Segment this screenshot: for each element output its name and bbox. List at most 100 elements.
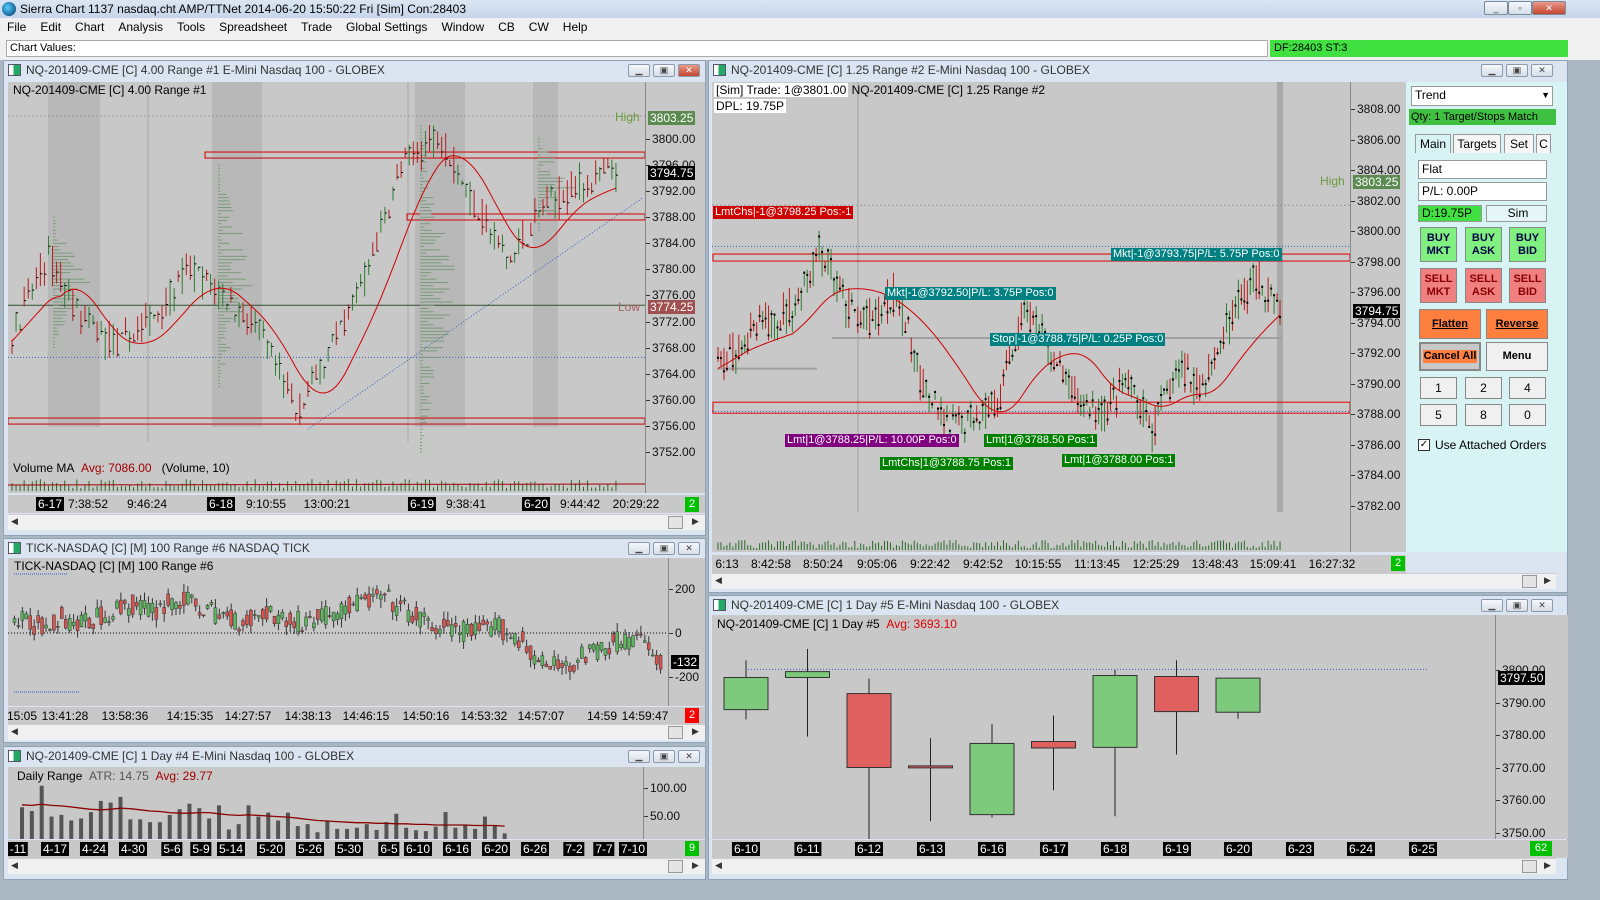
order-label[interactable]: Mkt|-1@3792.50|P/L: 3.75P Pos:0 (885, 287, 1056, 300)
qty-button-8[interactable]: 8 (1465, 404, 1502, 426)
window-title-bar[interactable]: TICK-NASDAQ [C] [M] 100 Range #6 NASDAQ … (4, 539, 705, 558)
tab-main[interactable]: Main (1415, 134, 1451, 153)
strategy-select[interactable]: Trend ▼ (1411, 86, 1553, 106)
close-button[interactable]: ✕ (1531, 599, 1553, 612)
tick-axis[interactable]: 200 0 -200 -132 (668, 558, 705, 706)
menu-spreadsheet[interactable]: Spreadsheet (216, 20, 290, 34)
menu-analysis[interactable]: Analysis (115, 20, 166, 34)
close-tick (1026, 309, 1029, 312)
menu-tools[interactable]: Tools (174, 20, 208, 34)
qty-button-4[interactable]: 4 (1509, 377, 1546, 399)
tick-candle (390, 602, 395, 612)
qty-button-5[interactable]: 5 (1420, 404, 1457, 426)
close-tick (999, 407, 1002, 410)
trade-info: [Sim] Trade: 1@3801.00 NQ-201409-CME [C]… (714, 83, 1045, 97)
menu-cb[interactable]: CB (495, 20, 518, 34)
minimize-button[interactable]: ▁ (1481, 599, 1503, 612)
qty-button-1[interactable]: 1 (1420, 377, 1457, 399)
menu-trade[interactable]: Trade (298, 20, 335, 34)
buy-market-button[interactable]: BUY MKT (1420, 227, 1457, 262)
minimize-button[interactable]: ▁ (628, 542, 650, 555)
sell-market-button[interactable]: SELL MKT (1420, 268, 1457, 303)
tick-chart[interactable]: TICK-NASDAQ [C] [M] 100 Range #6 (8, 558, 668, 706)
menu-cw[interactable]: CW (526, 20, 552, 34)
window-title-bar[interactable]: NQ-201409-CME [C] 1.25 Range #2 E-Mini N… (709, 61, 1567, 80)
range-bar (79, 818, 84, 839)
tick-candle (355, 594, 359, 611)
minimize-button[interactable]: ▁ (628, 750, 650, 763)
tab-targets[interactable]: Targets (1453, 134, 1501, 153)
restore-button[interactable]: ▫ (1508, 1, 1532, 15)
order-label[interactable]: Lmt|1@3788.25|P/L: 10.00P Pos:0 (785, 434, 959, 447)
tick-candle (79, 614, 84, 627)
close-tick (773, 313, 776, 316)
maximize-button[interactable]: ▣ (1506, 599, 1528, 612)
order-label[interactable]: Mkt|-1@3793.75|P/L: 5.75P Pos:0 (1111, 248, 1282, 261)
qty-button-0[interactable]: 0 (1509, 404, 1546, 426)
maximize-button[interactable]: ▣ (653, 64, 675, 77)
use-attached-orders-checkbox[interactable]: ✓ (1418, 439, 1430, 451)
tick-candle (379, 594, 383, 600)
chart-window-icon (8, 64, 21, 76)
order-label[interactable]: Lmt|1@3788.00 Pos:1 (1062, 454, 1176, 467)
horizontal-scrollbar[interactable]: ◀ ▶ (712, 858, 1556, 874)
horizontal-scrollbar[interactable]: ◀ ▶ (8, 724, 705, 740)
price-axis-1[interactable]: 3800.00 3796.00 3792.00 3788.00 3784.00 3780.… (645, 82, 705, 493)
minimize-button[interactable]: _ (1484, 1, 1508, 15)
sell-ask-button[interactable]: SELL ASK (1465, 268, 1502, 303)
close-button[interactable]: ✕ (1532, 1, 1566, 15)
price-chart-2[interactable]: [Sim] Trade: 1@3801.00 NQ-201409-CME [C]… (712, 82, 1350, 552)
sell-bid-button[interactable]: SELL BID (1509, 268, 1546, 303)
minimize-button[interactable]: ▁ (1481, 64, 1503, 77)
close-button[interactable]: ✕ (678, 542, 700, 555)
order-label[interactable]: Stop|-1@3788.75|P/L: 0.25P Pos:0 (990, 333, 1166, 346)
qty-button-2[interactable]: 2 (1465, 377, 1502, 399)
close-tick (1142, 397, 1145, 400)
buy-bid-button[interactable]: BUY BID (1509, 227, 1546, 262)
close-tick (984, 398, 987, 401)
order-label[interactable]: LmtChs|1@3788.75 Pos:1 (880, 457, 1013, 470)
reverse-button[interactable]: Reverse (1486, 309, 1548, 339)
tick-candle (465, 624, 470, 635)
price-chart-1[interactable]: NQ-201409-CME [C] 4.00 Range #1 High Low… (8, 82, 645, 493)
order-label[interactable]: LmtChs|-1@3798.25 Pos:-1 (713, 206, 854, 219)
close-button[interactable]: ✕ (678, 750, 700, 763)
maximize-button[interactable]: ▣ (653, 542, 675, 555)
menu-edit[interactable]: Edit (37, 20, 64, 34)
menu-window[interactable]: Window (438, 20, 487, 34)
horizontal-scrollbar[interactable]: ◀ ▶ (8, 858, 705, 874)
close-tick (761, 320, 764, 323)
close-tick (797, 299, 800, 302)
close-button[interactable]: ✕ (678, 64, 700, 77)
horizontal-scrollbar[interactable]: ◀ ▶ (712, 573, 1556, 589)
menu-file[interactable]: File (4, 20, 29, 34)
chart-header: NQ-201409-CME [C] 1 Day #5 Avg: 3693.10 (717, 617, 957, 631)
tab-set[interactable]: Set (1504, 134, 1534, 153)
close-button[interactable]: ✕ (1531, 64, 1553, 77)
window-title-bar[interactable]: NQ-201409-CME [C] 4.00 Range #1 E-Mini N… (4, 61, 705, 80)
window-title-bar[interactable]: NQ-201409-CME [C] 1 Day #4 E-Mini Nasdaq… (4, 747, 705, 766)
menu-button[interactable]: Menu (1486, 342, 1548, 371)
flatten-button[interactable]: Flatten (1419, 309, 1481, 339)
menu-chart[interactable]: Chart (72, 20, 107, 34)
tick-candle (158, 603, 163, 606)
range-axis[interactable]: 100.00 50.00 (643, 767, 705, 839)
cancel-all-button[interactable]: Cancel All (1419, 342, 1481, 371)
close-tick (841, 284, 844, 287)
window-title-bar[interactable]: NQ-201409-CME [C] 1 Day #5 E-Mini Nasdaq… (709, 596, 1567, 615)
menu-help[interactable]: Help (560, 20, 591, 34)
minimize-button[interactable]: ▁ (628, 64, 650, 77)
price-axis-5[interactable]: 3800.00 3790.00 3780.00 3770.00 3760.00 3750.… (1495, 615, 1568, 839)
maximize-button[interactable]: ▣ (653, 750, 675, 763)
price-axis-2[interactable]: 3808.00 3806.00 3804.00 3802.00 3800.00 3798.… (1350, 82, 1406, 552)
daily-candle-chart[interactable]: NQ-201409-CME [C] 1 Day #5 Avg: 3693.10 (712, 615, 1495, 839)
buy-ask-button[interactable]: BUY ASK (1465, 227, 1502, 262)
maximize-button[interactable]: ▣ (1506, 64, 1528, 77)
close-tick (874, 307, 877, 310)
horizontal-scrollbar[interactable]: ◀ ▶ (8, 514, 705, 530)
daily-range-chart[interactable]: Daily Range ATR: 14.75 Avg: 29.77 (8, 767, 643, 839)
close-tick (803, 271, 806, 274)
menu-global-settings[interactable]: Global Settings (343, 20, 430, 34)
order-label[interactable]: Lmt|1@3788.50 Pos:1 (984, 434, 1098, 447)
tab-c[interactable]: C (1536, 134, 1551, 153)
